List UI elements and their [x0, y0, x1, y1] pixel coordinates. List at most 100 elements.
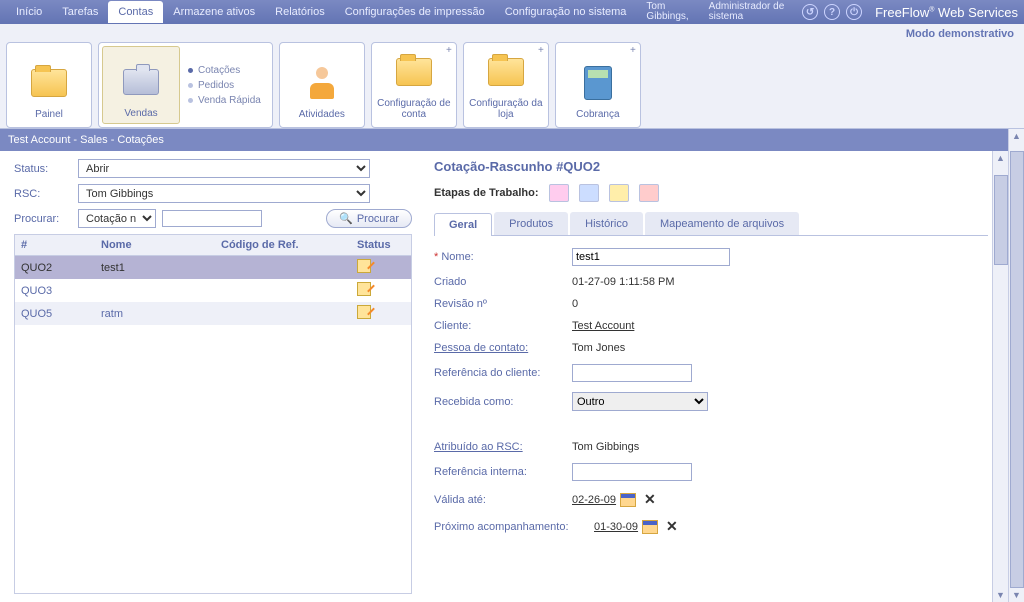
sub-pedidos[interactable]: Pedidos: [188, 78, 261, 93]
back-icon[interactable]: ↺: [802, 4, 818, 20]
stages-label: Etapas de Trabalho:: [434, 187, 539, 199]
nome-input[interactable]: [572, 248, 730, 266]
ribbon-cobranca[interactable]: Cobrança: [559, 46, 637, 124]
nome-label: * Nome:: [434, 251, 572, 263]
clear-icon[interactable]: ✕: [644, 491, 656, 508]
tab-produtos[interactable]: Produtos: [494, 212, 568, 235]
refcli-input[interactable]: [572, 364, 692, 382]
ribbon: Painel Vendas Cotações Pedidos Venda Ráp…: [0, 40, 1024, 129]
col-codigo[interactable]: Código de Ref.: [215, 235, 351, 256]
briefcase-icon: [123, 69, 159, 95]
criado-value: 01-27-09 1:11:58 PM: [572, 276, 675, 288]
col-id[interactable]: #: [15, 235, 95, 256]
prox-date[interactable]: 01-30-09: [594, 521, 638, 533]
recebida-select[interactable]: Outro: [572, 392, 708, 411]
menu-config-impressao[interactable]: Configurações de impressão: [335, 2, 495, 22]
ribbon-group-cobranca: + Cobrança: [555, 42, 641, 128]
folder-icon: [31, 69, 67, 97]
atrib-label[interactable]: Atribuído ao RSC:: [434, 441, 572, 453]
col-status[interactable]: Status: [351, 235, 411, 256]
col-nome[interactable]: Nome: [95, 235, 215, 256]
refcli-label: Referência do cliente:: [434, 367, 572, 379]
revisao-label: Revisão nº: [434, 298, 572, 310]
revisao-value: 0: [572, 298, 578, 310]
table-row[interactable]: QUO5 ratm: [15, 302, 411, 325]
refint-label: Referência interna:: [434, 466, 572, 478]
help-icon[interactable]: ?: [824, 4, 840, 20]
menu-inicio[interactable]: Início: [6, 2, 52, 22]
search-by-select[interactable]: Cotação nº: [78, 209, 156, 228]
sub-venda-rapida[interactable]: Venda Rápida: [188, 93, 261, 108]
prox-label: Próximo acompanhamento:: [434, 521, 594, 533]
atrib-value: Tom Gibbings: [572, 441, 639, 453]
ribbon-group-config-loja: + Configuração da loja: [463, 42, 549, 128]
scroll-up-icon[interactable]: ▲: [996, 151, 1005, 165]
calculator-icon: [584, 66, 612, 100]
page-scrollbar[interactable]: ▼: [1008, 151, 1024, 602]
quote-title: Cotação-Rascunho #QUO2: [434, 159, 988, 174]
brand-label: FreeFlow® Web Services: [875, 5, 1018, 20]
ribbon-atividades[interactable]: Atividades: [283, 46, 361, 124]
pessoa-label[interactable]: Pessoa de contato:: [434, 342, 572, 354]
stage-icon[interactable]: [549, 184, 569, 202]
sub-cotacoes[interactable]: Cotações: [188, 63, 261, 78]
ribbon-group-config-conta: + Configuração de conta: [371, 42, 457, 128]
ribbon-group-vendas: Vendas Cotações Pedidos Venda Rápida: [98, 42, 273, 128]
scroll-up-icon[interactable]: ▲: [1012, 129, 1021, 143]
ribbon-group-painel: Painel: [6, 42, 92, 128]
rsc-select[interactable]: Tom Gibbings: [78, 184, 370, 203]
person-icon: [307, 67, 337, 99]
ribbon-painel[interactable]: Painel: [10, 46, 88, 124]
scroll-thumb[interactable]: [1010, 151, 1024, 588]
menu-tarefas[interactable]: Tarefas: [52, 2, 108, 22]
search-input[interactable]: [162, 210, 262, 227]
tab-historico[interactable]: Histórico: [570, 212, 643, 235]
rsc-label: RSC:: [14, 188, 72, 200]
refint-input[interactable]: [572, 463, 692, 481]
menu-relatorios[interactable]: Relatórios: [265, 2, 335, 22]
edit-icon[interactable]: [357, 282, 371, 296]
folder-gear-icon: [396, 58, 432, 86]
plus-icon[interactable]: +: [630, 45, 636, 56]
plus-icon[interactable]: +: [446, 45, 452, 56]
status-select[interactable]: Abrir: [78, 159, 370, 178]
user-role[interactable]: Administrador de sistema: [699, 2, 795, 22]
menu-contas[interactable]: Contas: [108, 1, 163, 23]
plus-icon[interactable]: +: [538, 45, 544, 56]
ribbon-vendas[interactable]: Vendas: [102, 46, 180, 124]
calendar-icon[interactable]: [620, 493, 636, 507]
work-stages: Etapas de Trabalho:: [434, 184, 988, 202]
valida-label: Válida até:: [434, 494, 572, 506]
current-user[interactable]: Tom Gibbings,: [636, 2, 698, 22]
cliente-label: Cliente:: [434, 320, 572, 332]
stage-icon[interactable]: [639, 184, 659, 202]
cliente-link[interactable]: Test Account: [572, 320, 634, 332]
page-scrollbar-top[interactable]: ▲: [1008, 129, 1024, 151]
menu-armazene[interactable]: Armazene ativos: [163, 2, 265, 22]
power-icon[interactable]: ⏻: [846, 4, 862, 20]
search-button[interactable]: 🔍 Procurar: [326, 209, 412, 228]
stage-icon[interactable]: [609, 184, 629, 202]
pessoa-value: Tom Jones: [572, 342, 625, 354]
status-label: Status:: [14, 163, 72, 175]
valida-date[interactable]: 02-26-09: [572, 494, 616, 506]
table-row[interactable]: QUO2 test1: [15, 256, 411, 280]
stage-icon[interactable]: [579, 184, 599, 202]
ribbon-config-loja[interactable]: Configuração da loja: [467, 46, 545, 124]
menu-config-sistema[interactable]: Configuração no sistema: [495, 2, 637, 22]
main-area: Status: Abrir RSC: Tom Gibbings Procurar…: [0, 151, 1024, 602]
tab-geral[interactable]: Geral: [434, 213, 492, 236]
tab-mapeamento[interactable]: Mapeamento de arquivos: [645, 212, 799, 235]
quote-tabs: Geral Produtos Histórico Mapeamento de a…: [434, 212, 988, 236]
left-pane: Status: Abrir RSC: Tom Gibbings Procurar…: [0, 151, 420, 602]
ribbon-config-conta[interactable]: Configuração de conta: [375, 46, 453, 124]
edit-icon[interactable]: [357, 305, 371, 319]
table-row[interactable]: QUO3: [15, 279, 411, 302]
detail-scrollbar[interactable]: ▲ ▼: [992, 151, 1008, 602]
scroll-thumb[interactable]: [994, 175, 1008, 265]
procurar-label: Procurar:: [14, 213, 72, 225]
edit-icon[interactable]: [357, 259, 371, 273]
clear-icon[interactable]: ✕: [666, 518, 678, 535]
topbar: Início Tarefas Contas Armazene ativos Re…: [0, 0, 1024, 24]
calendar-icon[interactable]: [642, 520, 658, 534]
